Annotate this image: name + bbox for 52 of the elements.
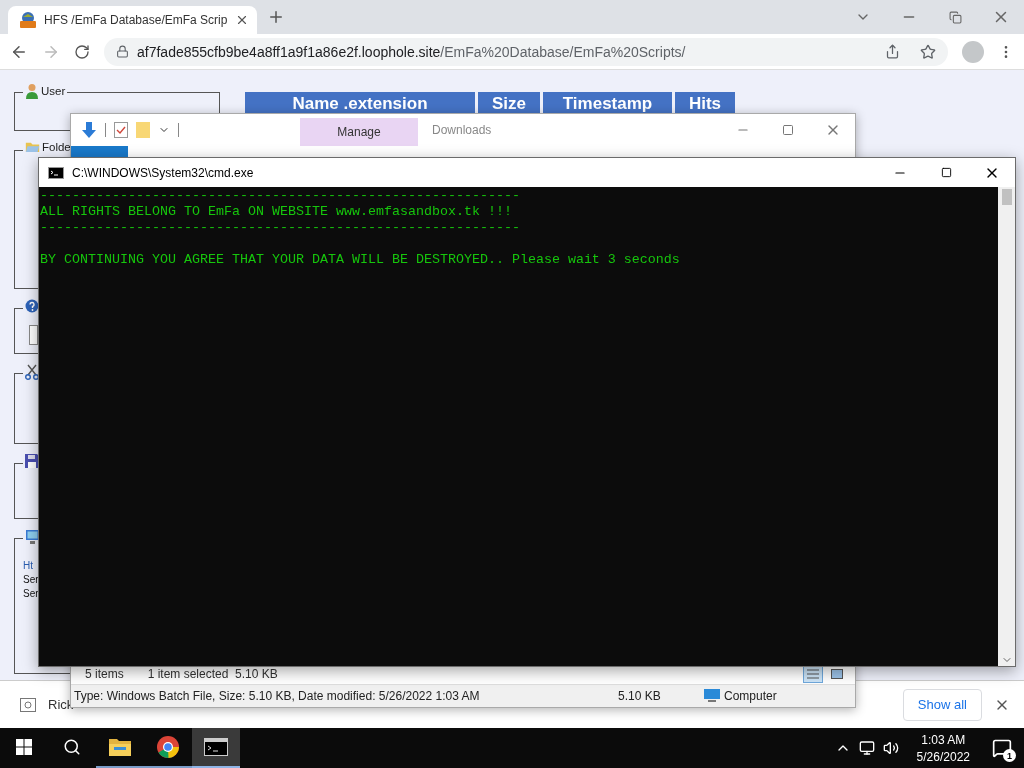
- scrollbar[interactable]: [998, 187, 1015, 666]
- file-details: Type: Windows Batch File, Size: 5.10 KB, Date modified: 5/26/2022 1:03 AM: [74, 689, 481, 703]
- window-title: Downloads: [432, 123, 493, 137]
- item-count: 5 items: [85, 667, 124, 681]
- server-link[interactable]: Ht: [23, 559, 33, 573]
- file-size: 5.10 KB: [618, 689, 662, 703]
- thumbnail-icon: [831, 669, 843, 679]
- console-line: BY CONTINUING YOU AGREE THAT YOUR DATA WILL BE DESTROYED.. Please wait 3 seconds: [40, 252, 680, 268]
- input-field[interactable]: [29, 325, 38, 345]
- server-info: Ser: [23, 573, 39, 587]
- file-icon: [20, 697, 36, 712]
- panel-title: Folde: [42, 141, 71, 153]
- show-all-button[interactable]: Show all: [902, 688, 982, 721]
- panel-title: User: [41, 85, 66, 97]
- windows-logo-icon: [16, 739, 32, 755]
- network-icon[interactable]: [858, 740, 875, 756]
- ribbon-context-tab[interactable]: Manage: [300, 118, 418, 146]
- list-icon: [807, 669, 819, 679]
- terminal-icon: [48, 166, 64, 179]
- window-title: C:\WINDOWS\System32\cmd.exe: [72, 165, 255, 180]
- column-header[interactable]: Hits: [675, 92, 735, 113]
- user-icon: [25, 83, 39, 99]
- location-label: Computer: [724, 689, 777, 703]
- notification-button[interactable]: 1: [988, 734, 1016, 762]
- properties-icon[interactable]: [114, 122, 128, 138]
- clock[interactable]: 1:03 AM 5/26/2022: [916, 732, 970, 764]
- share-icon[interactable]: [885, 44, 900, 59]
- volume-icon[interactable]: [882, 740, 899, 756]
- address-bar[interactable]: af7fade855cfb9be4a8ff1a9f1a86e2f.loophole.site/EmFa%20Database/EmFa%20Scripts/: [104, 37, 948, 66]
- computer-icon: [704, 689, 720, 703]
- reload-icon[interactable]: [74, 43, 90, 60]
- server-info: Ser: [23, 587, 39, 601]
- console-line: ------------------------------------------------------------: [40, 220, 520, 236]
- console-line: ALL RIGHTS BELONG TO EmFa ON WEBSITE www.emfasandbox.tk !!!: [40, 204, 512, 220]
- server-logo-icon: [20, 12, 36, 28]
- chrome-icon: [156, 735, 180, 759]
- console-line: ------------------------------------------------------------: [40, 188, 520, 204]
- column-header[interactable]: Timestamp: [543, 92, 672, 113]
- scissors-icon: [25, 364, 39, 380]
- terminal-icon: [204, 738, 228, 756]
- down-arrow-icon[interactable]: [81, 122, 97, 138]
- lock-icon: [116, 45, 129, 58]
- bookmark-star-icon[interactable]: [920, 43, 936, 60]
- floppy-icon: [25, 454, 39, 468]
- scroll-thumb[interactable]: [1001, 189, 1012, 205]
- column-header[interactable]: Size: [478, 92, 540, 113]
- browser-tab[interactable]: HFS /EmFa Database/EmFa Scrip: [8, 6, 258, 34]
- selection-info: 1 item selected 5.10 KB: [147, 667, 278, 681]
- column-header[interactable]: Name .extension: [245, 92, 475, 113]
- search-icon: [63, 738, 81, 756]
- help-icon: [25, 299, 39, 313]
- taskbar-app[interactable]: [192, 728, 240, 768]
